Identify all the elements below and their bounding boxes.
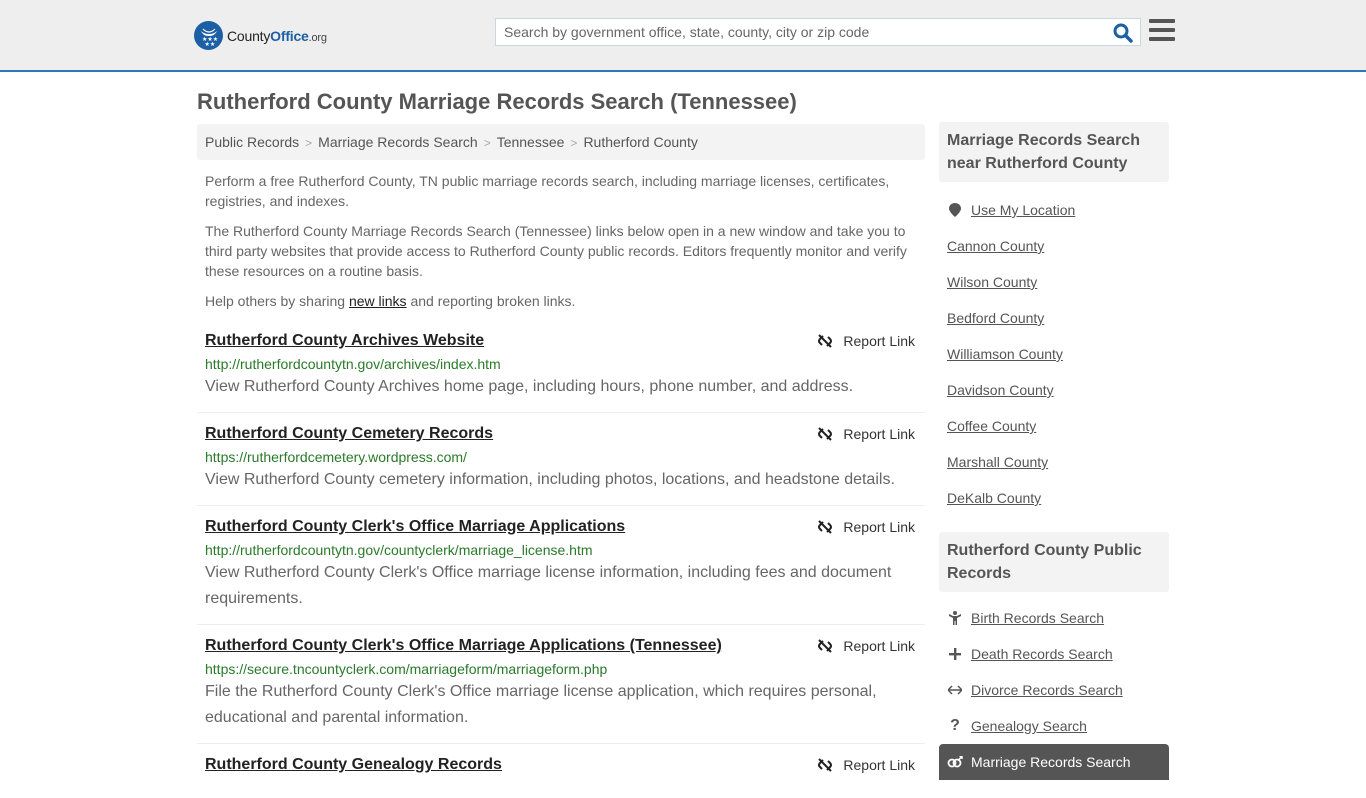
- county-item: Cannon County: [947, 228, 1161, 264]
- result-item: Rutherford County Clerk's Office Marriag…: [197, 516, 925, 625]
- results-list: Rutherford County Archives Website Repor…: [197, 330, 925, 798]
- countyoffice-logo[interactable]: ★★★ ★★ CountyOffice.org: [194, 21, 327, 50]
- use-my-location-link[interactable]: Use My Location: [971, 202, 1075, 218]
- chevron-right-icon: >: [570, 136, 578, 150]
- report-link-button[interactable]: Report Link: [817, 635, 915, 657]
- intro-paragraph: The Rutherford County Marriage Records S…: [205, 223, 907, 279]
- county-link-dekalb[interactable]: DeKalb County: [947, 490, 1041, 506]
- search-input[interactable]: [496, 19, 1106, 45]
- report-link-button[interactable]: Report Link: [817, 423, 915, 445]
- nearby-heading: Marriage Records Search near Rutherford …: [939, 122, 1169, 182]
- result-url: https://rutherfordcemetery.wordpress.com…: [205, 449, 467, 465]
- report-link-button[interactable]: Report Link: [817, 516, 915, 538]
- question-icon: ?: [950, 717, 960, 734]
- result-item: Rutherford County Cemetery Records Repor…: [197, 423, 925, 506]
- result-item: Rutherford County Clerk's Office Marriag…: [197, 635, 925, 744]
- logo-text: CountyOffice.org: [227, 27, 327, 44]
- result-title-link[interactable]: Rutherford County Archives Website: [205, 330, 484, 352]
- breadcrumb-tennessee[interactable]: Tennessee: [497, 134, 565, 150]
- public-record-item: ? Genealogy Search: [947, 708, 1161, 744]
- svg-text:★★: ★★: [204, 41, 215, 47]
- sidebar: Marriage Records Search near Rutherford …: [939, 122, 1169, 796]
- arrows-horizontal-icon: [947, 685, 963, 695]
- death-records-link[interactable]: Death Records Search: [971, 646, 1113, 662]
- county-item: Wilson County: [947, 264, 1161, 300]
- county-link-wilson[interactable]: Wilson County: [947, 274, 1037, 290]
- genealogy-search-link[interactable]: Genealogy Search: [971, 718, 1087, 734]
- result-description: File the Rutherford County Clerk's Offic…: [205, 683, 877, 726]
- broken-link-icon: [818, 639, 833, 653]
- broken-link-icon: [818, 334, 833, 348]
- public-records-heading: Rutherford County Public Records: [939, 532, 1169, 592]
- breadcrumb: Public Records > Marriage Records Search > T…: [197, 124, 925, 160]
- result-title-link[interactable]: Rutherford County Clerk's Office Marriag…: [205, 516, 625, 538]
- county-item: Bedford County: [947, 300, 1161, 336]
- intro-text: Perform a free Rutherford County, TN pub…: [205, 171, 917, 321]
- result-item: Rutherford County Genealogy Records Repo…: [197, 754, 925, 788]
- site-search: [495, 18, 1141, 46]
- county-link-davidson[interactable]: Davidson County: [947, 382, 1054, 398]
- county-item: DeKalb County: [947, 480, 1161, 516]
- county-link-coffee[interactable]: Coffee County: [947, 418, 1036, 434]
- report-link-button[interactable]: Report Link: [817, 330, 915, 352]
- public-record-item: Birth Records Search: [947, 600, 1161, 636]
- child-icon: [947, 611, 963, 625]
- county-link-bedford[interactable]: Bedford County: [947, 310, 1044, 326]
- breadcrumb-public-records[interactable]: Public Records: [205, 134, 299, 150]
- use-my-location-item: Use My Location: [947, 192, 1161, 228]
- county-link-cannon[interactable]: Cannon County: [947, 238, 1044, 254]
- result-url: http://rutherfordcountytn.gov/countycler…: [205, 542, 593, 558]
- breadcrumb-rutherford-county[interactable]: Rutherford County: [583, 134, 697, 150]
- intro-paragraph: Perform a free Rutherford County, TN pub…: [205, 173, 890, 209]
- public-records-list: Birth Records Search Death Records Searc…: [939, 592, 1169, 796]
- divorce-records-link[interactable]: Divorce Records Search: [971, 682, 1123, 698]
- share-links-paragraph: Help others by sharing new links and rep…: [205, 293, 576, 309]
- county-item: Coffee County: [947, 408, 1161, 444]
- gender-rings-icon: [947, 756, 963, 768]
- page-title: Rutherford County Marriage Records Searc…: [197, 89, 797, 114]
- new-links-link[interactable]: new links: [349, 293, 407, 309]
- result-description: View Rutherford County cemetery informat…: [205, 471, 895, 488]
- nearby-counties-list: Use My Location Cannon County Wilson Cou…: [939, 182, 1169, 532]
- county-item: Marshall County: [947, 444, 1161, 480]
- birth-records-link[interactable]: Birth Records Search: [971, 610, 1104, 626]
- hamburger-menu-icon[interactable]: [1149, 19, 1175, 43]
- county-link-marshall[interactable]: Marshall County: [947, 454, 1048, 470]
- result-description: View Rutherford County Clerk's Office ma…: [205, 564, 892, 607]
- result-item: Rutherford County Archives Website Repor…: [197, 330, 925, 413]
- map-marker-icon: [947, 203, 963, 217]
- plus-icon: [947, 648, 963, 660]
- county-link-williamson[interactable]: Williamson County: [947, 346, 1063, 362]
- eagle-stars-logo-icon: ★★★ ★★: [194, 21, 223, 50]
- result-title-link[interactable]: Rutherford County Genealogy Records: [205, 754, 502, 776]
- result-url: http://rutherfordcountytn.gov/archives/i…: [205, 356, 501, 372]
- chevron-right-icon: >: [305, 136, 313, 150]
- search-icon[interactable]: [1112, 22, 1134, 44]
- result-title-link[interactable]: Rutherford County Cemetery Records: [205, 423, 493, 445]
- public-record-item: Divorce Records Search: [947, 672, 1161, 708]
- county-item: Williamson County: [947, 336, 1161, 372]
- result-title-link[interactable]: Rutherford County Clerk's Office Marriag…: [205, 635, 722, 657]
- broken-link-icon: [818, 427, 833, 441]
- public-record-item-active: Marriage Records Search: [939, 744, 1169, 780]
- broken-link-icon: [818, 520, 833, 534]
- report-link-button[interactable]: Report Link: [817, 754, 915, 776]
- result-url: https://secure.tncountyclerk.com/marriag…: [205, 661, 608, 677]
- breadcrumb-marriage-records-search[interactable]: Marriage Records Search: [318, 134, 478, 150]
- site-header: ★★★ ★★ CountyOffice.org: [0, 0, 1366, 72]
- broken-link-icon: [818, 758, 833, 772]
- public-record-item: Death Records Search: [947, 636, 1161, 672]
- chevron-right-icon: >: [483, 136, 491, 150]
- county-item: Davidson County: [947, 372, 1161, 408]
- result-description: View Rutherford County Archives home pag…: [205, 378, 854, 395]
